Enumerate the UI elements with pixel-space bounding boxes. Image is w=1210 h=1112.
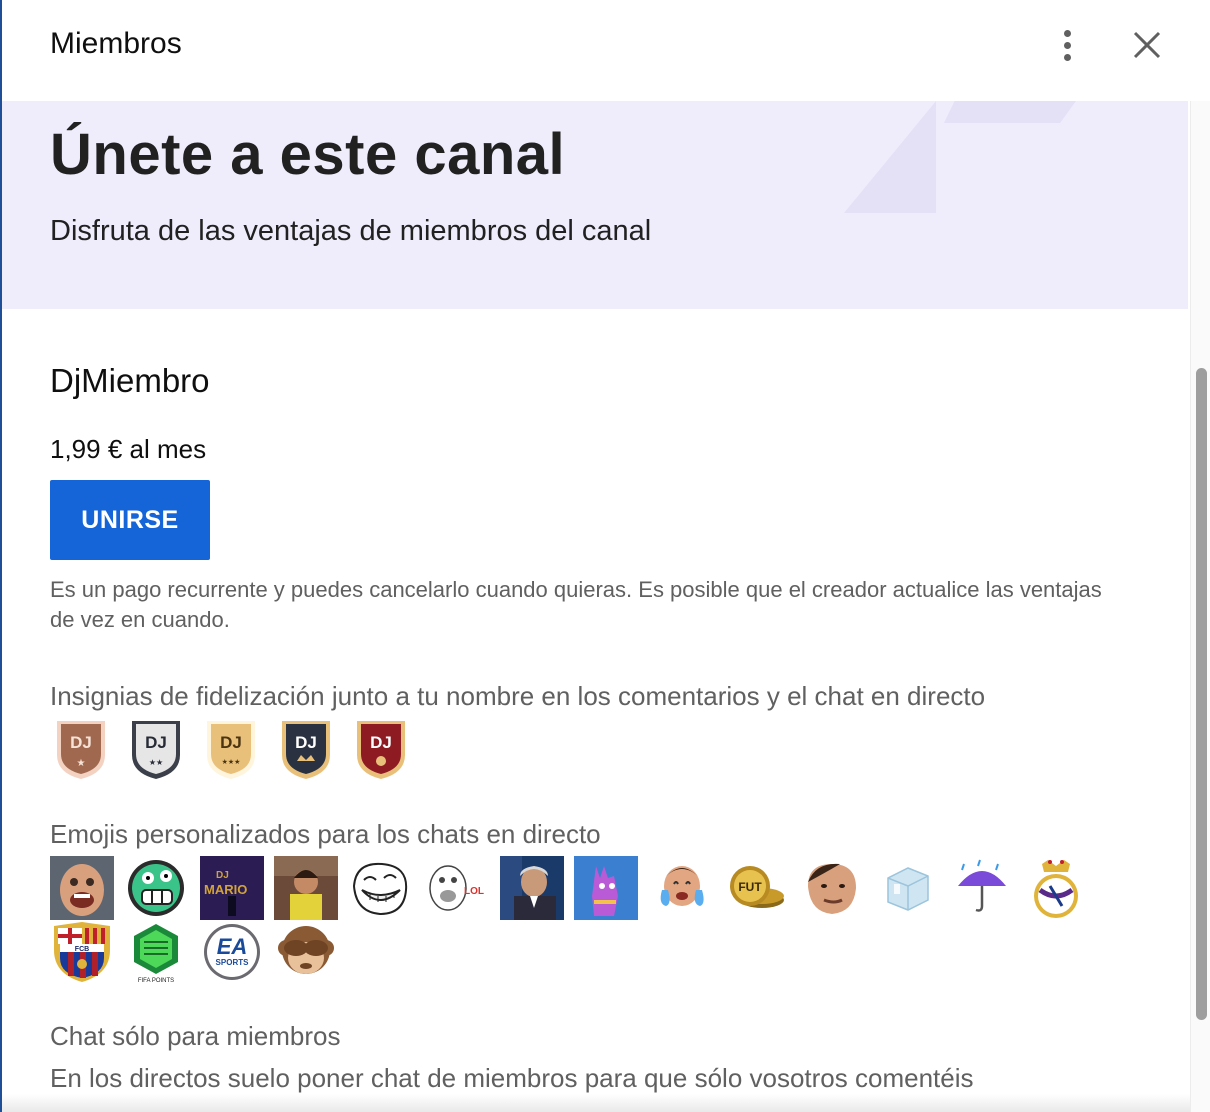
chat-perk-description: En los directos suelo poner chat de miem… — [50, 1063, 974, 1093]
banner-decoration — [944, 101, 1076, 123]
tier-price: 1,99 € al mes — [50, 434, 207, 464]
emoji-trollface — [348, 856, 412, 920]
svg-text:DJ: DJ — [216, 870, 229, 881]
svg-text:★: ★ — [77, 758, 86, 769]
banner-subtitle: Disfruta de las ventajas de miembros del… — [50, 215, 652, 247]
dialog-title: Miembros — [50, 27, 182, 60]
join-button[interactable]: UNIRSE — [50, 480, 210, 560]
billing-disclaimer: Es un pago recurrente y puedes cancelarl… — [50, 577, 1102, 632]
svg-text:DJ: DJ — [295, 733, 317, 752]
svg-text:FCB: FCB — [75, 946, 89, 953]
emoji-real-madrid-crest — [1024, 856, 1088, 920]
emoji-green-grin — [124, 856, 188, 920]
svg-text:SPORTS: SPORTS — [216, 958, 250, 967]
svg-text:DJ: DJ — [370, 733, 392, 752]
emoji-llama — [574, 856, 638, 920]
badge-dark: DJ — [282, 721, 330, 779]
scrollbar-thumb[interactable] — [1196, 368, 1207, 1020]
emoji-ice-cube — [874, 856, 938, 920]
banner-title: Únete a este canal — [50, 122, 566, 187]
svg-text:FUT: FUT — [738, 880, 762, 894]
close-icon — [1133, 31, 1161, 59]
banner-decoration — [844, 101, 936, 213]
emoji-umbrella-rain — [950, 856, 1014, 920]
emoji-see-no-evil-monkey — [274, 920, 338, 984]
emoji-crying-face — [650, 856, 714, 920]
close-button[interactable] — [1126, 26, 1166, 66]
chat-perk-label: Chat sólo para miembros — [50, 1021, 341, 1051]
svg-text:★★: ★★ — [149, 758, 163, 767]
emoji-fut-coins: FUT — [724, 856, 788, 920]
emoji-dj-mario: DJ MARIO — [200, 856, 264, 920]
emojis-perk-label: Emojis personalizados para los chats en … — [50, 819, 601, 849]
svg-text:DJ: DJ — [220, 733, 242, 752]
svg-text:DJ: DJ — [70, 733, 92, 752]
more-vert-icon — [1064, 30, 1071, 37]
svg-text:★★★: ★★★ — [222, 758, 241, 766]
emoji-lol-face: LOL — [424, 856, 488, 920]
badges-perk-label: Insignias de fidelización junto a tu nom… — [50, 681, 986, 711]
svg-text:MARIO: MARIO — [204, 882, 247, 897]
more-options-button[interactable] — [1048, 26, 1088, 66]
tier-name: DjMiembro — [50, 362, 210, 399]
badge-bronze: DJ ★ — [57, 721, 105, 779]
svg-text:EA: EA — [217, 934, 248, 959]
more-vert-icon-dot — [1064, 54, 1071, 61]
emoji-ea-sports: EA SPORTS — [200, 920, 264, 984]
dialog-header: Miembros — [2, 0, 1190, 101]
svg-text:FIFA POINTS: FIFA POINTS — [138, 978, 174, 984]
emoji-commentator — [500, 856, 564, 920]
bottom-fade — [2, 1094, 1190, 1112]
badge-gold: DJ ★★★ — [207, 721, 255, 779]
svg-text:DJ: DJ — [145, 733, 167, 752]
join-banner: Únete a este canal Disfruta de las venta… — [2, 101, 1188, 309]
emoji-face-laughing — [50, 856, 114, 920]
badge-red: DJ — [357, 721, 405, 779]
more-vert-icon-dot — [1064, 42, 1071, 49]
emoji-barcelona-crest: FCB — [50, 920, 114, 984]
emoji-fifa-points: FIFA POINTS — [124, 920, 188, 984]
emoji-streamer — [274, 856, 338, 920]
svg-text:LOL: LOL — [464, 886, 484, 897]
badge-silver: DJ ★★ — [132, 721, 180, 779]
emoji-face-cutout — [800, 856, 864, 920]
